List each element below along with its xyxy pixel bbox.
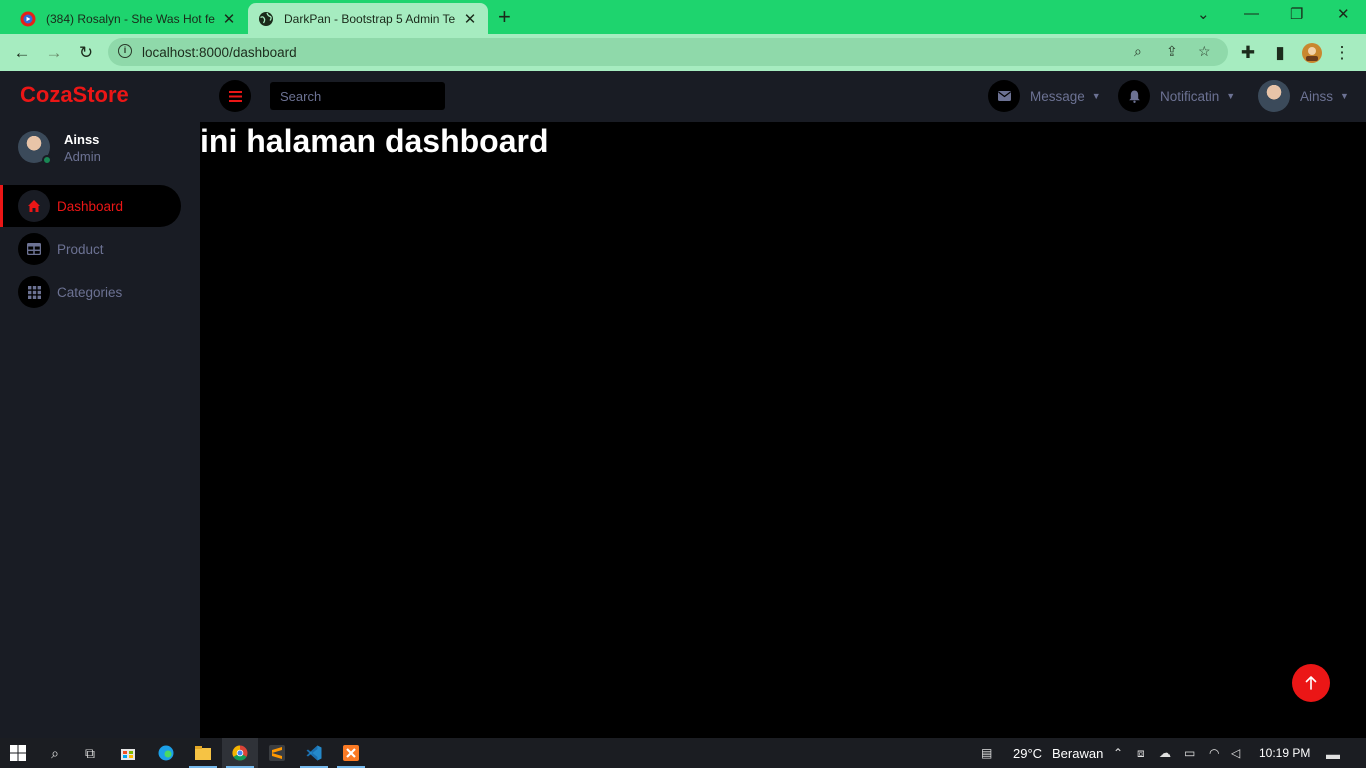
close-tab-icon[interactable]: ✕ [462,10,478,28]
grid-icon [18,276,50,308]
browser-toolbar: ← → ↻ i localhost:8000/dashboard ⌕ ⇪ ☆ ✚… [0,34,1366,71]
reload-button[interactable]: ↻ [74,41,98,65]
home-icon [18,190,50,222]
task-view-icon[interactable]: ⧉ [81,744,99,762]
browser-menu-icon[interactable]: ⋮ [1330,41,1354,65]
search-input[interactable] [270,82,445,110]
weather-condition[interactable]: Berawan [1052,746,1103,761]
search-icon[interactable]: ⌕ [46,744,64,762]
chrome-taskbar-item[interactable] [222,738,258,768]
profile-dropdown[interactable]: Ainss ▼ [1258,80,1349,112]
arrow-up-icon [1305,676,1317,690]
site-info-icon[interactable]: i [118,44,132,58]
sidebar-item-label: Dashboard [57,198,124,214]
folder-icon [194,744,212,762]
sidebar-item-product[interactable]: Product [0,228,181,270]
profile-avatar[interactable] [1300,41,1324,65]
chevron-down-icon: ▼ [1226,91,1236,101]
vscode-taskbar-item[interactable] [296,738,332,768]
message-label: Message [1030,88,1085,104]
restore-window-button[interactable]: ❐ [1290,5,1303,23]
notification-dropdown[interactable]: Notificatin ▼ [1118,80,1235,112]
battery-icon[interactable]: ▭ [1184,746,1195,760]
avatar [1258,80,1290,112]
page-title: ini halaman dashboard [200,123,549,159]
news-widget-icon[interactable]: ▤ [981,746,992,760]
speaker-icon[interactable]: ◁ [1231,746,1240,760]
close-window-button[interactable]: ✕ [1337,5,1350,23]
side-panel-icon[interactable]: ▮ [1268,41,1292,65]
browser-tab-youtube[interactable]: (384) Rosalyn - She Was Hot feat ✕ [10,3,247,34]
main-content: ini halaman dashboard [200,122,1366,738]
close-tab-icon[interactable]: ✕ [221,10,237,28]
sidebar-user: Ainss Admin [18,131,101,165]
message-dropdown[interactable]: Message ▼ [988,80,1101,112]
address-bar[interactable]: i localhost:8000/dashboard ⌕ ⇪ ☆ [108,38,1228,66]
user-name: Ainss [64,132,100,147]
tab-title: (384) Rosalyn - She Was Hot feat [46,11,215,26]
xampp-taskbar-item[interactable] [333,738,369,768]
zoom-icon[interactable]: ⌕ [1134,43,1142,60]
chevron-up-icon[interactable]: ⌃ [1113,746,1123,760]
sidebar-item-dashboard[interactable]: Dashboard [0,185,181,227]
vscode-icon [305,744,323,762]
chevron-down-icon: ▼ [1340,91,1349,101]
sublime-text-icon[interactable] [268,744,286,762]
xampp-icon [342,744,360,762]
back-to-top-button[interactable] [1292,664,1330,702]
url-text: localhost:8000/dashboard [142,45,297,60]
sidebar-item-label: Categories [57,284,123,300]
extensions-icon[interactable]: ✚ [1236,41,1260,65]
user-role: Admin [64,149,101,164]
notification-label: Notificatin [1160,88,1220,104]
browser-tab-strip: (384) Rosalyn - She Was Hot feat ✕ DarkP… [0,0,1366,34]
new-tab-button[interactable]: + [498,6,511,28]
store-icon[interactable] [119,744,137,762]
windows-start-icon[interactable] [9,744,27,762]
globe-icon [259,11,273,26]
share-icon[interactable]: ⇪ [1166,43,1178,60]
file-explorer-taskbar-item[interactable] [185,738,221,768]
onedrive-cloud-icon[interactable]: ☁ [1159,746,1171,760]
clock-time[interactable]: 10:19 PM [1259,746,1310,760]
forward-button[interactable]: → [42,41,66,65]
edge-icon[interactable] [157,744,175,762]
meet-now-icon[interactable]: ⧈ [1137,746,1145,761]
bell-icon [1118,80,1150,112]
tab-search-icon[interactable]: ⌄ [1197,5,1210,23]
wifi-icon[interactable]: ◠ [1209,746,1219,760]
envelope-icon [988,80,1020,112]
sidebar: CozaStore Ainss Admin Dashboard Product … [0,71,200,738]
bookmark-star-icon[interactable]: ☆ [1198,43,1211,60]
notification-center-icon[interactable]: ▬ [1326,746,1340,762]
windows-taskbar: ⌕ ⧉ ▤ 29°C Berawan ⌃ ⧈ ☁ ▭ ◠ ◁ 10:19 PM … [0,738,1366,768]
avatar [18,131,52,165]
brand-logo[interactable]: CozaStore [20,82,129,108]
back-button[interactable]: ← [10,41,34,65]
profile-label: Ainss [1300,88,1334,104]
weather-temperature[interactable]: 29°C [1013,746,1042,761]
youtube-icon [20,11,36,26]
chevron-down-icon: ▼ [1091,91,1101,101]
browser-tab-darkpan[interactable]: DarkPan - Bootstrap 5 Admin Ter ✕ [248,3,488,34]
profile-icon [1302,43,1322,63]
sidebar-item-label: Product [57,241,104,257]
hamburger-icon [228,90,242,102]
sidebar-item-categories[interactable]: Categories [0,271,181,313]
top-navbar: Message ▼ Notificatin ▼ Ainss ▼ [200,71,1366,122]
sidebar-toggle-button[interactable] [219,80,251,112]
chrome-icon [231,744,249,762]
table-icon [18,233,50,265]
online-status-dot [42,155,52,165]
minimize-window-button[interactable]: — [1244,5,1259,22]
tab-title: DarkPan - Bootstrap 5 Admin Ter [284,11,456,26]
